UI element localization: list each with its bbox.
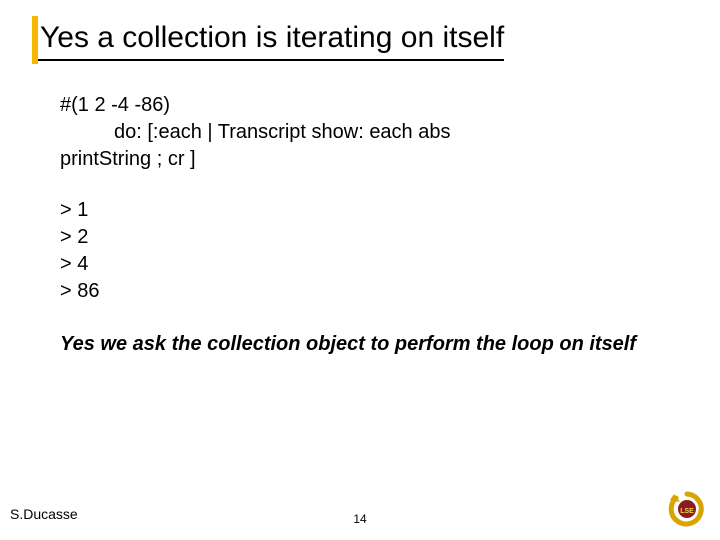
- output-row: > 2: [60, 224, 660, 251]
- code-line-3: printString ; cr ]: [60, 146, 660, 173]
- svg-text:LSE: LSE: [680, 508, 694, 515]
- output-row: > 1: [60, 197, 660, 224]
- output-row: > 86: [60, 278, 660, 305]
- code-line-2: do: [:each | Transcript show: each abs: [60, 119, 660, 146]
- emphasis-text: Yes we ask the collection object to perf…: [60, 331, 660, 358]
- slide-title-block: Yes a collection is iterating on itself: [32, 18, 504, 61]
- footer-page-number: 14: [353, 512, 366, 526]
- code-line-1: #(1 2 -4 -86): [60, 92, 660, 119]
- title-accent-bar: [32, 16, 38, 64]
- slide-body: #(1 2 -4 -86) do: [:each | Transcript sh…: [60, 92, 660, 358]
- footer-author: S.Ducasse: [10, 506, 78, 522]
- lse-logo-icon: LSE: [666, 488, 708, 530]
- slide-title: Yes a collection is iterating on itself: [32, 18, 504, 61]
- output-block: > 1 > 2 > 4 > 86: [60, 197, 660, 305]
- output-row: > 4: [60, 251, 660, 278]
